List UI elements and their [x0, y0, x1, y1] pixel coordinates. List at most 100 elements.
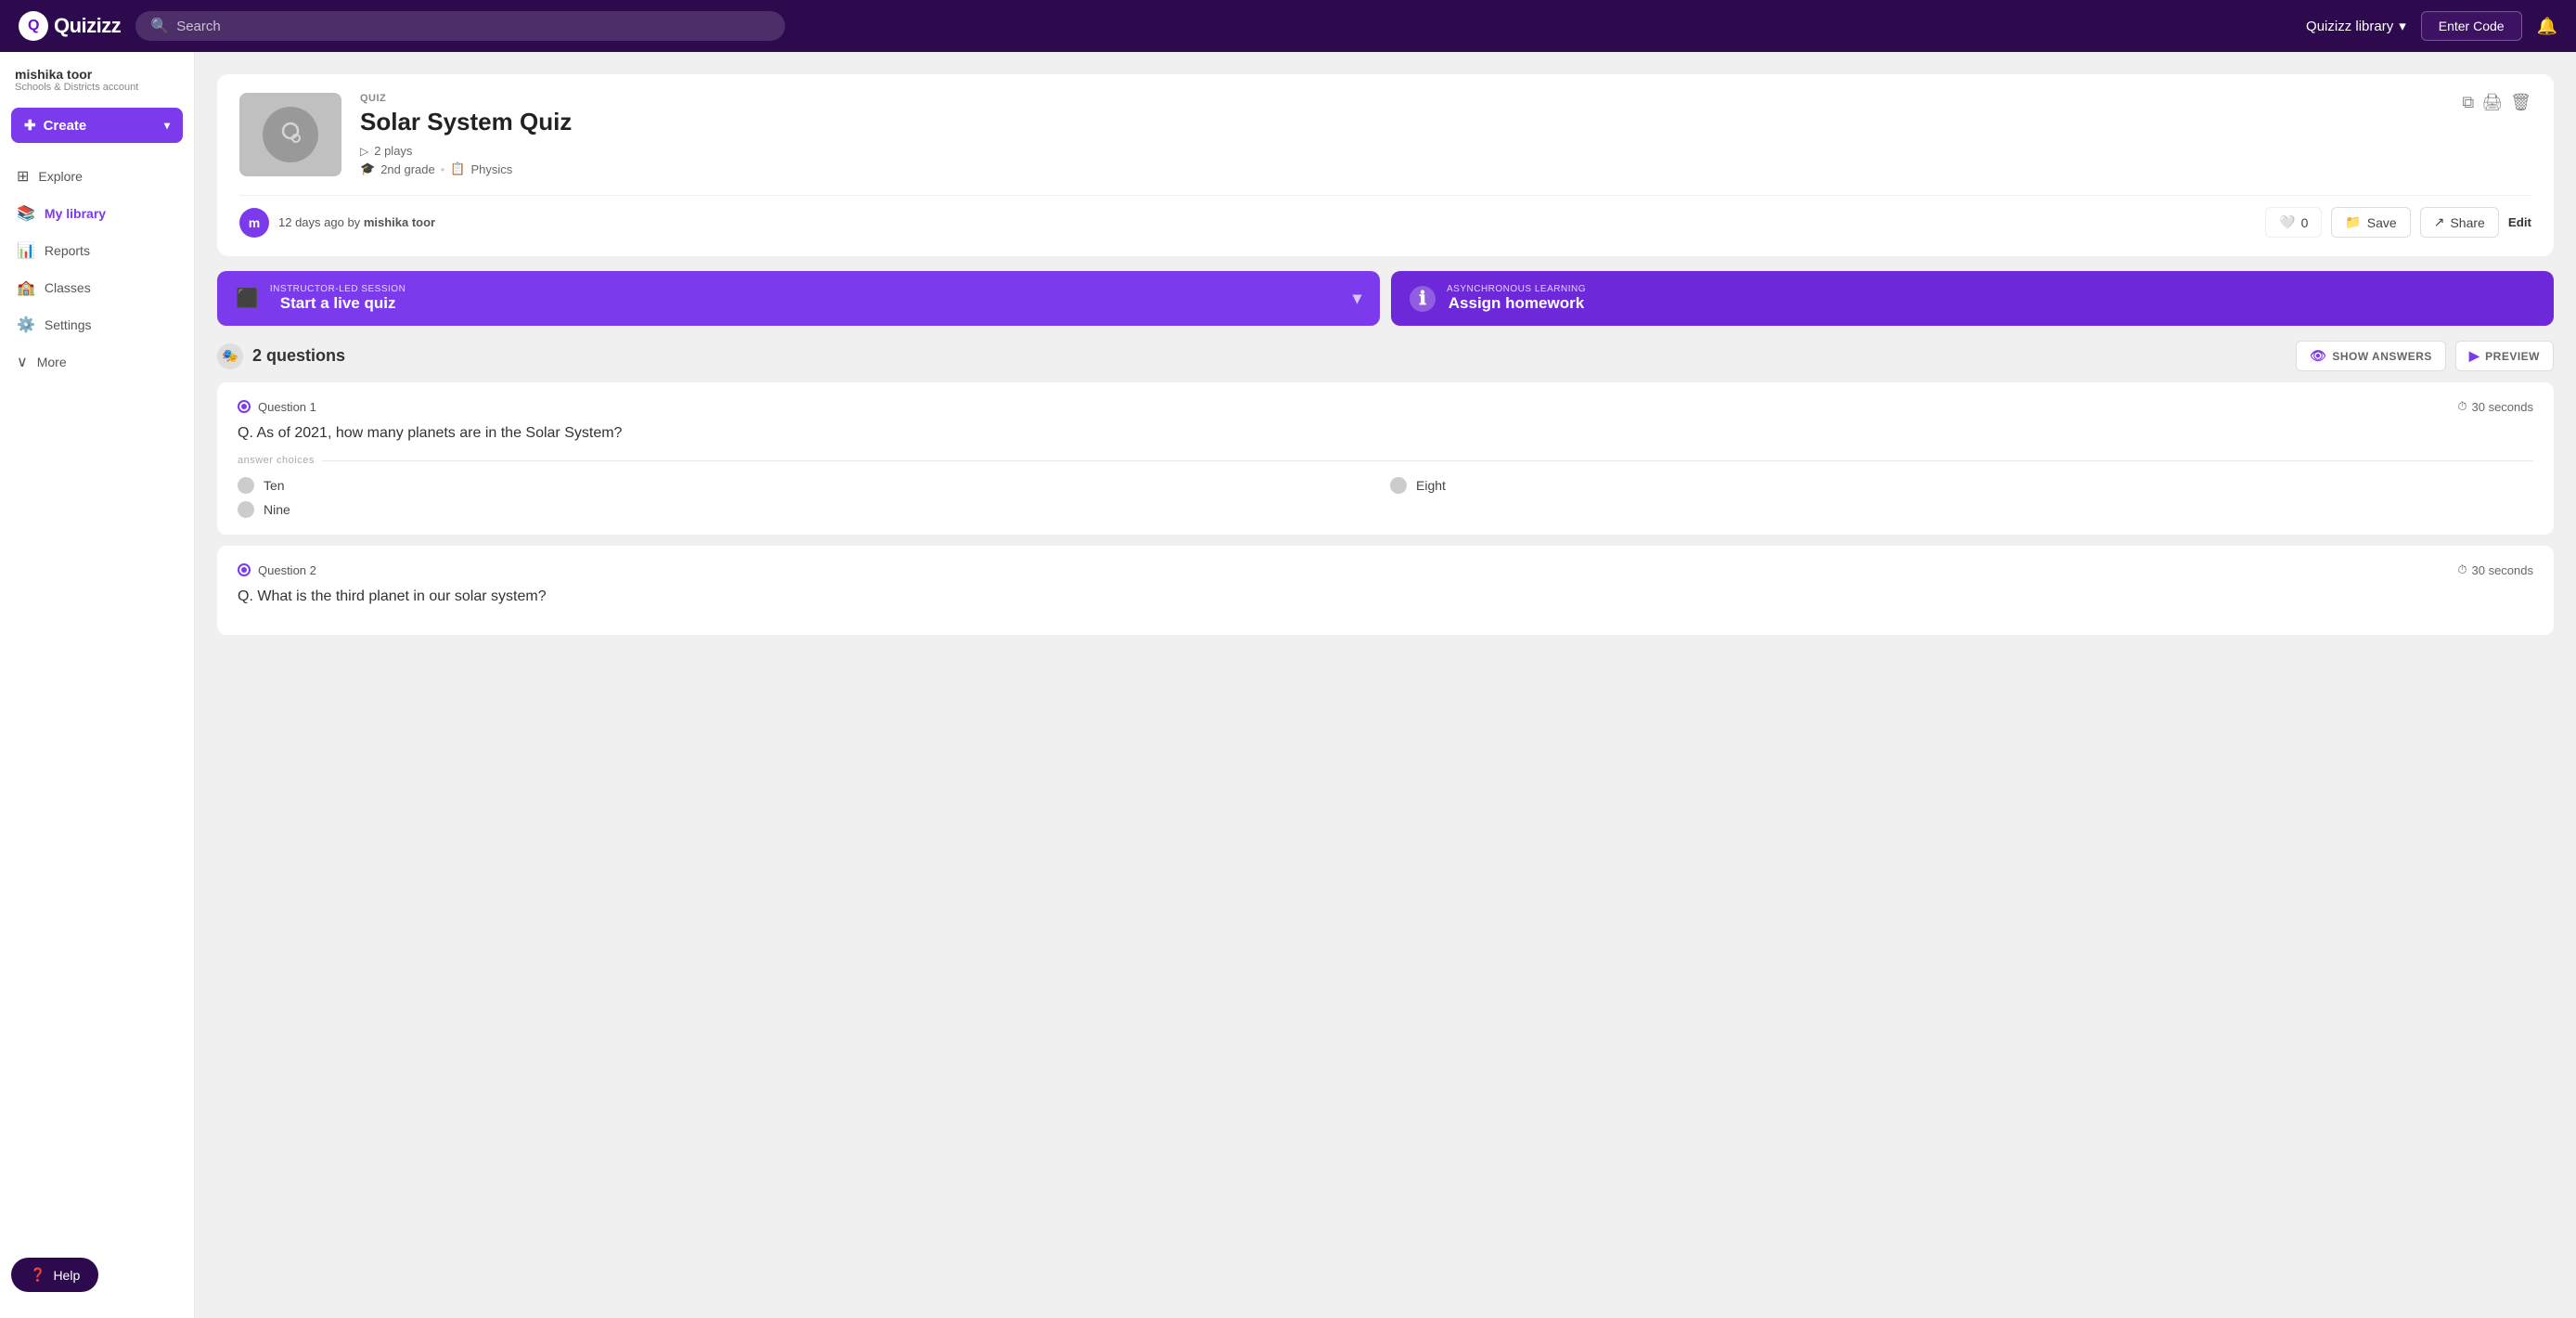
quiz-card-footer: m 12 days ago by mishika toor 🤍 0 📁 Save [239, 195, 2531, 238]
quiz-actions-top: ⧉ 🖨 🗑 [2462, 93, 2531, 112]
questions-controls: 👁 SHOW ANSWERS ▶ PREVIEW [2296, 341, 2554, 371]
search-input[interactable] [176, 19, 770, 34]
questions-header: 🎭 2 questions 👁 SHOW ANSWERS ▶ PREVIEW [217, 341, 2554, 371]
sidebar-item-more[interactable]: ∨ More [0, 343, 194, 381]
settings-icon: ⚙️ [17, 316, 35, 334]
explore-icon: ⊞ [17, 167, 29, 186]
clock-icon-2: ⏱ [2457, 562, 2467, 577]
question-1-number: Question 1 [238, 400, 316, 414]
sidebar-item-settings[interactable]: ⚙️ Settings [0, 306, 194, 343]
sidebar-item-explore[interactable]: ⊞ Explore [0, 158, 194, 195]
save-icon: 📁 [2345, 214, 2361, 230]
subject-icon: 📋 [450, 162, 465, 176]
question-2-number: Question 2 [238, 563, 316, 577]
answer-text-3: Nine [264, 502, 290, 517]
homework-text: ASYNCHRONOUS LEARNING Assign homework [1447, 284, 1586, 313]
question-dot-inner [241, 404, 247, 409]
timer-value-2: 30 seconds [2472, 563, 2534, 577]
question-dot-2 [238, 563, 251, 576]
question-dot [238, 400, 251, 413]
library-label: Quizizz library [2306, 19, 2393, 34]
action-buttons: ⬛ INSTRUCTOR-LED SESSION Start a live qu… [217, 271, 2554, 326]
live-quiz-icon: ⬛ [236, 287, 259, 310]
quiz-card-header: QUIZ Solar System Quiz ▷ 2 plays 🎓 2nd g… [239, 93, 2531, 180]
answer-choice-2: Eight [1390, 477, 2533, 494]
like-button[interactable]: 🤍 0 [2265, 207, 2322, 238]
help-icon: ❓ [30, 1267, 45, 1283]
quiz-type-label: QUIZ [360, 93, 2443, 104]
preview-label: PREVIEW [2485, 350, 2540, 363]
share-button[interactable]: ↗ Share [2420, 207, 2499, 238]
meta-dot: • [441, 162, 445, 176]
questions-icon: 🎭 [217, 343, 243, 369]
eye-icon: 👁 [2310, 348, 2326, 364]
sidebar-item-reports[interactable]: 📊 Reports [0, 232, 194, 269]
search-icon: 🔍 [150, 17, 169, 35]
quiz-subject: Physics [471, 162, 513, 176]
quiz-info: QUIZ Solar System Quiz ▷ 2 plays 🎓 2nd g… [360, 93, 2443, 180]
answer-radio-1 [238, 477, 254, 494]
async-label: ASYNCHRONOUS LEARNING [1447, 284, 1586, 294]
answer-choices-text: answer choices [238, 455, 315, 466]
create-button[interactable]: ✚ Create ▾ [11, 108, 183, 143]
copy-icon[interactable]: ⧉ [2462, 93, 2474, 112]
question-2-timer: ⏱ 30 seconds [2457, 562, 2533, 577]
enter-code-button[interactable]: Enter Code [2421, 11, 2522, 41]
live-session-label: INSTRUCTOR-LED SESSION [270, 284, 406, 294]
print-icon[interactable]: 🖨 [2481, 93, 2503, 112]
sidebar: mishika toor Schools & Districts account… [0, 52, 195, 1318]
sidebar-item-label: Reports [45, 243, 90, 258]
show-answers-button[interactable]: 👁 SHOW ANSWERS [2296, 341, 2446, 371]
answer-radio-2 [1390, 477, 1407, 494]
quiz-author: m 12 days ago by mishika toor [239, 208, 435, 238]
notification-bell-icon[interactable]: 🔔 [2537, 17, 2557, 36]
save-button[interactable]: 📁 Save [2331, 207, 2410, 238]
grade-icon: 🎓 [360, 162, 375, 176]
question-card-1: Question 1 ⏱ 30 seconds Q. As of 2021, h… [217, 382, 2554, 535]
plus-icon: ✚ [24, 117, 36, 134]
author-name: mishika toor [364, 215, 435, 229]
quiz-thumbnail-inner [263, 107, 318, 162]
quiz-grade: 2nd grade [380, 162, 435, 176]
answer-radio-3 [238, 501, 254, 518]
help-button[interactable]: ❓ Help [11, 1258, 98, 1292]
quiz-buttons: 🤍 0 📁 Save ↗ Share Edit [2265, 207, 2531, 238]
homework-icon: ℹ [1410, 286, 1436, 312]
answer-text-2: Eight [1416, 478, 1446, 493]
assign-homework-button[interactable]: ℹ ASYNCHRONOUS LEARNING Assign homework [1391, 271, 2554, 326]
delete-icon[interactable]: 🗑 [2510, 93, 2531, 112]
search-bar[interactable]: 🔍 [135, 11, 785, 41]
answer-choice-3: Nine [238, 501, 2533, 518]
answers-grid: Ten Eight [238, 477, 2533, 494]
content-area: QUIZ Solar System Quiz ▷ 2 plays 🎓 2nd g… [195, 52, 2576, 1318]
main-layout: mishika toor Schools & Districts account… [0, 52, 2576, 1318]
avatar-initial: m [249, 215, 260, 230]
quiz-plays: ▷ 2 plays [360, 144, 2443, 158]
sidebar-item-classes[interactable]: 🏫 Classes [0, 269, 194, 306]
edit-button[interactable]: Edit [2508, 215, 2531, 229]
question-card-2: Question 2 ⏱ 30 seconds Q. What is the t… [217, 546, 2554, 635]
questions-section: 🎭 2 questions 👁 SHOW ANSWERS ▶ PREVIEW [217, 341, 2554, 635]
reports-icon: 📊 [17, 241, 35, 260]
answer-choice-1: Ten [238, 477, 1381, 494]
preview-button[interactable]: ▶ PREVIEW [2455, 341, 2554, 371]
answer-choices-divider [322, 460, 2533, 461]
question-1-timer: ⏱ 30 seconds [2457, 399, 2533, 414]
question-1-label: Question 1 [258, 400, 316, 414]
help-label: Help [53, 1268, 80, 1283]
question-1-header: Question 1 ⏱ 30 seconds [238, 399, 2533, 414]
live-quiz-text: INSTRUCTOR-LED SESSION Start a live quiz [270, 284, 406, 313]
sidebar-item-label: More [37, 355, 67, 369]
play-icon: ▷ [360, 145, 368, 158]
library-icon: 📚 [17, 204, 35, 223]
start-live-quiz-button[interactable]: ⬛ INSTRUCTOR-LED SESSION Start a live qu… [217, 271, 1380, 326]
quizizz-library-button[interactable]: Quizizz library ▾ [2306, 18, 2406, 34]
header-right: Quizizz library ▾ Enter Code 🔔 [2306, 11, 2557, 41]
like-count: 0 [2301, 215, 2309, 230]
plays-count: 2 plays [374, 144, 412, 158]
sidebar-item-my-library[interactable]: 📚 My library [0, 195, 194, 232]
show-answers-label: SHOW ANSWERS [2332, 350, 2432, 363]
header: Q Quizizz 🔍 Quizizz library ▾ Enter Code… [0, 0, 2576, 52]
author-info: 12 days ago by mishika toor [278, 215, 435, 229]
question-dot-inner-2 [241, 567, 247, 573]
